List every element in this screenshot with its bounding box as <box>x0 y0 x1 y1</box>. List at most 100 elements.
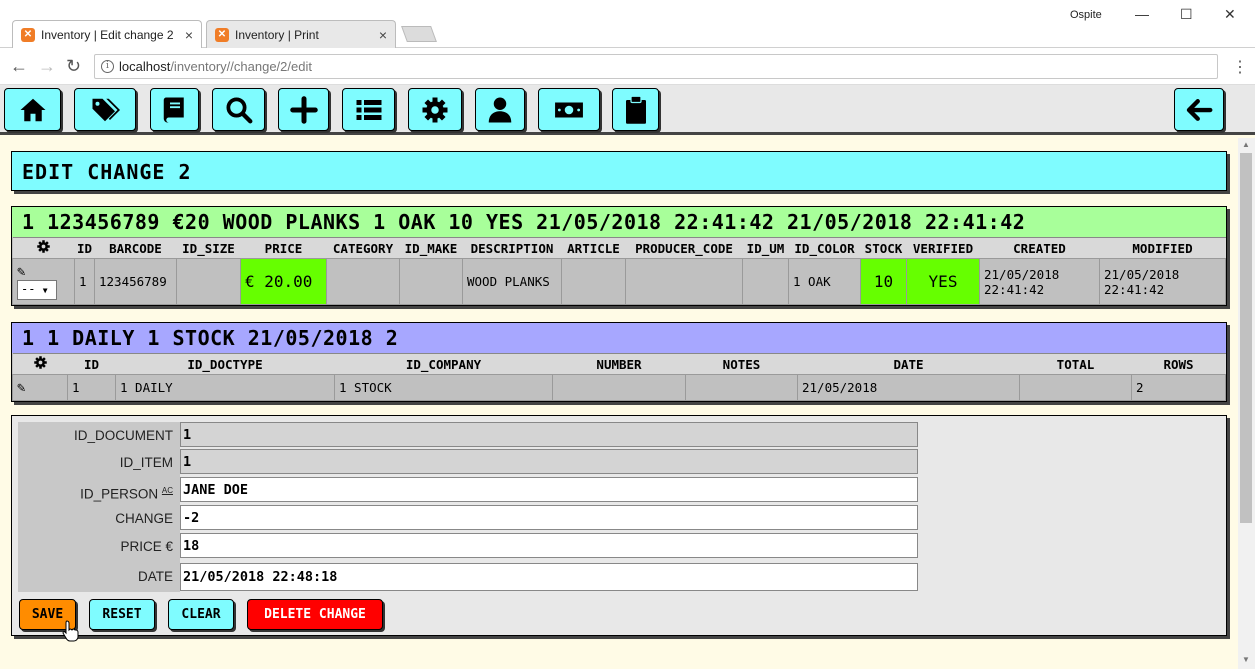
column-header: ROWS <box>1131 353 1226 375</box>
plus-icon <box>289 95 318 124</box>
money-button[interactable] <box>538 88 600 131</box>
cell-stock: 10 <box>860 258 907 305</box>
gear-header[interactable] <box>12 353 68 375</box>
cell-price: € 20.00 <box>240 258 327 305</box>
profile-name[interactable]: Ospite <box>1070 9 1102 21</box>
search-icon <box>226 97 252 123</box>
user-icon <box>488 97 512 122</box>
cell-verified: YES <box>906 258 980 305</box>
tab-title: Inventory | Print <box>235 27 319 42</box>
tab-edit-change[interactable]: ✕ Inventory | Edit change 2 × <box>12 20 202 48</box>
cell-rows: 2 <box>1131 374 1226 401</box>
url-host: localhost <box>119 59 171 74</box>
scroll-up-icon[interactable]: ▲ <box>1242 140 1250 149</box>
list-button[interactable] <box>342 88 395 131</box>
url-field[interactable]: i localhost/inventory//change/2/edit <box>94 54 1218 79</box>
cell-producer-code <box>625 258 743 305</box>
table-row: ✎ 1 1 DAILY 1 STOCK 21/05/2018 2 <box>12 374 1226 401</box>
label-id-document: ID_DOCUMENT <box>18 426 179 446</box>
back-button[interactable] <box>1174 88 1224 131</box>
row-select[interactable]: -- ▼ <box>17 279 57 300</box>
id-document-field[interactable] <box>180 422 918 447</box>
column-header: NOTES <box>685 353 798 375</box>
money-icon <box>555 102 583 117</box>
label-change: CHANGE <box>18 509 179 529</box>
row-actions: ✎ -- ▼ <box>12 258 75 305</box>
row-actions: ✎ <box>12 374 68 401</box>
item-table: ID BARCODE ID_SIZE PRICE CATEGORY ID_MAK… <box>12 237 1226 305</box>
scrollbar-thumb[interactable] <box>1240 153 1252 523</box>
info-icon[interactable]: i <box>101 60 114 73</box>
cell-id: 1 <box>74 258 95 305</box>
pencil-icon[interactable]: ✎ <box>17 380 25 396</box>
column-header: ID_COMPANY <box>334 353 553 375</box>
column-header: PRICE <box>240 237 327 259</box>
tab-print[interactable]: ✕ Inventory | Print × <box>206 20 396 48</box>
book-button[interactable] <box>150 88 199 131</box>
column-header: VERIFIED <box>906 237 980 259</box>
cell-category <box>326 258 400 305</box>
cell-number <box>552 374 686 401</box>
label-id-item: ID_ITEM <box>18 453 179 473</box>
date-field[interactable] <box>180 563 918 591</box>
menu-icon[interactable]: ⋮ <box>1232 57 1248 77</box>
column-header: NUMBER <box>552 353 686 375</box>
cell-total <box>1019 374 1132 401</box>
hand-cursor-icon <box>62 620 79 642</box>
column-header: ID_MAKE <box>399 237 463 259</box>
reset-button[interactable]: RESET <box>89 599 155 630</box>
document-record-header: 1 1 DAILY 1 STOCK 21/05/2018 2 <box>12 323 1226 353</box>
cell-date: 21/05/2018 <box>797 374 1020 401</box>
pencil-icon[interactable]: ✎ <box>17 264 70 280</box>
tags-button[interactable] <box>74 88 136 131</box>
back-icon[interactable]: ← <box>10 56 28 77</box>
column-header: CATEGORY <box>326 237 400 259</box>
book-icon <box>163 97 184 122</box>
minimize-icon[interactable]: — <box>1135 6 1149 22</box>
forward-icon[interactable]: → <box>38 56 56 77</box>
close-icon[interactable]: × <box>379 27 387 43</box>
cell-id-um <box>742 258 789 305</box>
id-item-field[interactable] <box>180 449 918 474</box>
search-button[interactable] <box>212 88 265 131</box>
column-header: CREATED <box>979 237 1100 259</box>
window-close-icon[interactable]: ✕ <box>1224 6 1236 23</box>
table-row: ✎ -- ▼ 1 123456789 € 20.00 WOOD PLANKS 1… <box>12 258 1226 305</box>
price-field[interactable] <box>180 533 918 558</box>
settings-button[interactable] <box>408 88 462 131</box>
cell-id-doctype: 1 DAILY <box>115 374 335 401</box>
maximize-icon[interactable]: ☐ <box>1180 6 1193 23</box>
address-bar: ← → ↻ i localhost/inventory//change/2/ed… <box>0 48 1255 85</box>
delete-change-button[interactable]: DELETE CHANGE <box>247 599 383 630</box>
column-header: STOCK <box>860 237 907 259</box>
home-button[interactable] <box>4 88 61 131</box>
cell-id: 1 <box>67 374 116 401</box>
close-icon[interactable]: × <box>185 27 193 43</box>
home-icon <box>20 98 45 121</box>
gear-icon <box>37 240 50 253</box>
page-content: ▲ ▼ EDIT CHANGE 2 1 123456789 €20 WOOD P… <box>0 85 1255 669</box>
page-title: EDIT CHANGE 2 <box>11 151 1227 191</box>
user-button[interactable] <box>475 88 525 131</box>
column-header: MODIFIED <box>1099 237 1226 259</box>
change-field[interactable] <box>180 505 918 530</box>
reload-icon[interactable]: ↻ <box>66 56 81 77</box>
url-path: /inventory//change/2/edit <box>170 59 312 74</box>
scroll-down-icon[interactable]: ▼ <box>1242 655 1250 664</box>
column-header: BARCODE <box>94 237 177 259</box>
cell-id-color: 1 OAK <box>788 258 861 305</box>
column-header: DATE <box>797 353 1020 375</box>
column-header: ID_SIZE <box>176 237 241 259</box>
add-button[interactable] <box>278 88 329 131</box>
id-person-field[interactable] <box>180 477 918 502</box>
gear-header[interactable] <box>12 237 75 259</box>
browser-titlebar: ✕ Inventory | Edit change 2 × ✕ Inventor… <box>0 0 1255 48</box>
autocomplete-hint: AC <box>161 486 173 495</box>
document-record: 1 1 DAILY 1 STOCK 21/05/2018 2 ID ID_DOC… <box>11 322 1227 402</box>
new-tab-button[interactable] <box>401 26 437 42</box>
cell-id-size <box>176 258 241 305</box>
cell-description: WOOD PLANKS <box>462 258 562 305</box>
clear-button[interactable]: CLEAR <box>168 599 234 630</box>
column-header: ID <box>74 237 95 259</box>
clipboard-button[interactable] <box>612 88 659 131</box>
